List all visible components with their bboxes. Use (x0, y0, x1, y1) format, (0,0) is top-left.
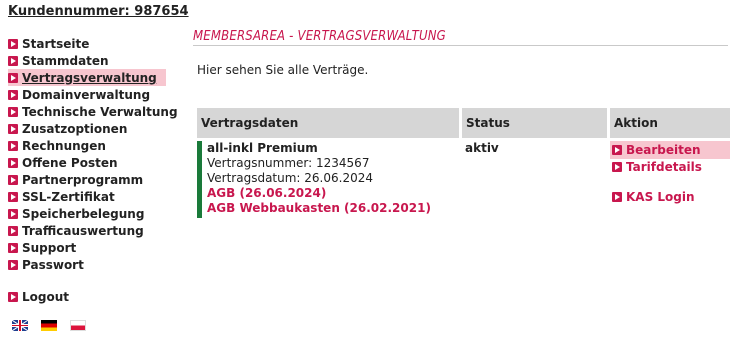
arrow-right-icon (8, 72, 18, 83)
arrow-right-icon (8, 38, 18, 49)
contract-details: all-inkl Premium Vertragsnummer: 1234567… (197, 141, 459, 218)
nav-item-partnerprogramm[interactable]: Partnerprogramm (8, 171, 166, 188)
nav-label: Support (22, 240, 77, 255)
polish-flag-icon[interactable] (70, 320, 86, 331)
nav-label: SSL-Zertifikat (22, 189, 115, 204)
page-title: MEMBERSAREA - VERTRAGSVERWALTUNG (193, 29, 728, 46)
arrow-right-icon (8, 242, 18, 253)
german-flag-icon[interactable] (41, 320, 57, 331)
header-vertragsdaten: Vertragsdaten (197, 108, 459, 138)
arrow-right-icon (8, 225, 18, 236)
arrow-right-icon (8, 157, 18, 168)
nav-item-passwort[interactable]: Passwort (8, 256, 166, 273)
nav-item-technische-verwaltung[interactable]: Technische Verwaltung (8, 103, 178, 120)
arrow-right-icon (612, 145, 622, 155)
contract-name: all-inkl Premium (207, 141, 318, 155)
nav-item-rechnungen[interactable]: Rechnungen (8, 137, 166, 154)
status-value: aktiv (465, 141, 499, 155)
nav-item-stammdaten[interactable]: Stammdaten (8, 52, 166, 69)
language-switcher (12, 320, 86, 331)
arrow-right-icon (8, 106, 18, 117)
kas-label: KAS Login (626, 189, 695, 204)
nav-label: Zusatzoptionen (22, 121, 128, 136)
contracts-table: Vertragsdaten Status Aktion all-inkl Pre… (197, 108, 730, 221)
arrow-right-icon (8, 259, 18, 270)
nav-item-trafficauswertung[interactable]: Trafficauswertung (8, 222, 166, 239)
english-flag-icon[interactable] (12, 320, 28, 331)
sidebar-nav: Startseite Stammdaten Vertragsverwaltung… (8, 35, 178, 305)
nav-label: Trafficauswertung (22, 223, 144, 238)
nav-label: Offene Posten (22, 155, 118, 170)
nav-item-zusatzoptionen[interactable]: Zusatzoptionen (8, 120, 166, 137)
table-row: all-inkl Premium Vertragsnummer: 1234567… (197, 141, 730, 221)
arrow-right-icon (8, 174, 18, 185)
contract-number: Vertragsnummer: 1234567 (207, 156, 370, 170)
tariff-label: Tarifdetails (626, 159, 702, 174)
nav-label: Passwort (22, 257, 84, 272)
logout-label: Logout (22, 289, 70, 304)
contract-date: Vertragsdatum: 26.06.2024 (207, 171, 373, 185)
nav-item-startseite[interactable]: Startseite (8, 35, 166, 52)
nav-item-offene-posten[interactable]: Offene Posten (8, 154, 166, 171)
nav-label: Technische Verwaltung (22, 104, 178, 119)
nav-label: Domainverwaltung (22, 87, 151, 102)
nav-item-support[interactable]: Support (8, 239, 166, 256)
arrow-right-icon (612, 191, 622, 202)
nav-label: Partnerprogramm (22, 172, 144, 187)
arrow-right-icon (8, 291, 18, 302)
agb-link[interactable]: AGB (26.06.2024) (207, 186, 459, 201)
nav-label: Startseite (22, 36, 90, 51)
arrow-right-icon (612, 161, 622, 172)
arrow-right-icon (8, 140, 18, 151)
kas-login-link[interactable]: KAS Login (610, 189, 730, 204)
edit-label: Bearbeiten (626, 143, 701, 157)
arrow-right-icon (8, 123, 18, 134)
table-header: Vertragsdaten Status Aktion (197, 108, 730, 138)
arrow-right-icon (8, 89, 18, 100)
nav-label: Speicherbelegung (22, 206, 145, 221)
nav-item-domainverwaltung[interactable]: Domainverwaltung (8, 86, 166, 103)
header-aktion: Aktion (610, 108, 730, 138)
arrow-right-icon (8, 55, 18, 66)
nav-label: Rechnungen (22, 138, 106, 153)
nav-item-vertragsverwaltung[interactable]: Vertragsverwaltung (8, 69, 166, 86)
tariff-details-link[interactable]: Tarifdetails (610, 159, 730, 174)
nav-item-speicherbelegung[interactable]: Speicherbelegung (8, 205, 166, 222)
nav-label: Vertragsverwaltung (22, 70, 157, 85)
agb-webbaukasten-link[interactable]: AGB Webbaukasten (26.02.2021) (207, 201, 459, 216)
edit-link[interactable]: Bearbeiten (610, 141, 730, 159)
arrow-right-icon (8, 191, 18, 202)
header-status: Status (462, 108, 607, 138)
arrow-right-icon (8, 208, 18, 219)
customer-number: Kundennummer: 987654 (8, 4, 189, 19)
action-list: Bearbeiten Tarifdetails KAS Login (610, 141, 730, 204)
intro-text: Hier sehen Sie alle Verträge. (197, 63, 369, 77)
nav-label: Stammdaten (22, 53, 109, 68)
nav-item-ssl-zertifikat[interactable]: SSL-Zertifikat (8, 188, 166, 205)
logout-link[interactable]: Logout (8, 288, 166, 305)
